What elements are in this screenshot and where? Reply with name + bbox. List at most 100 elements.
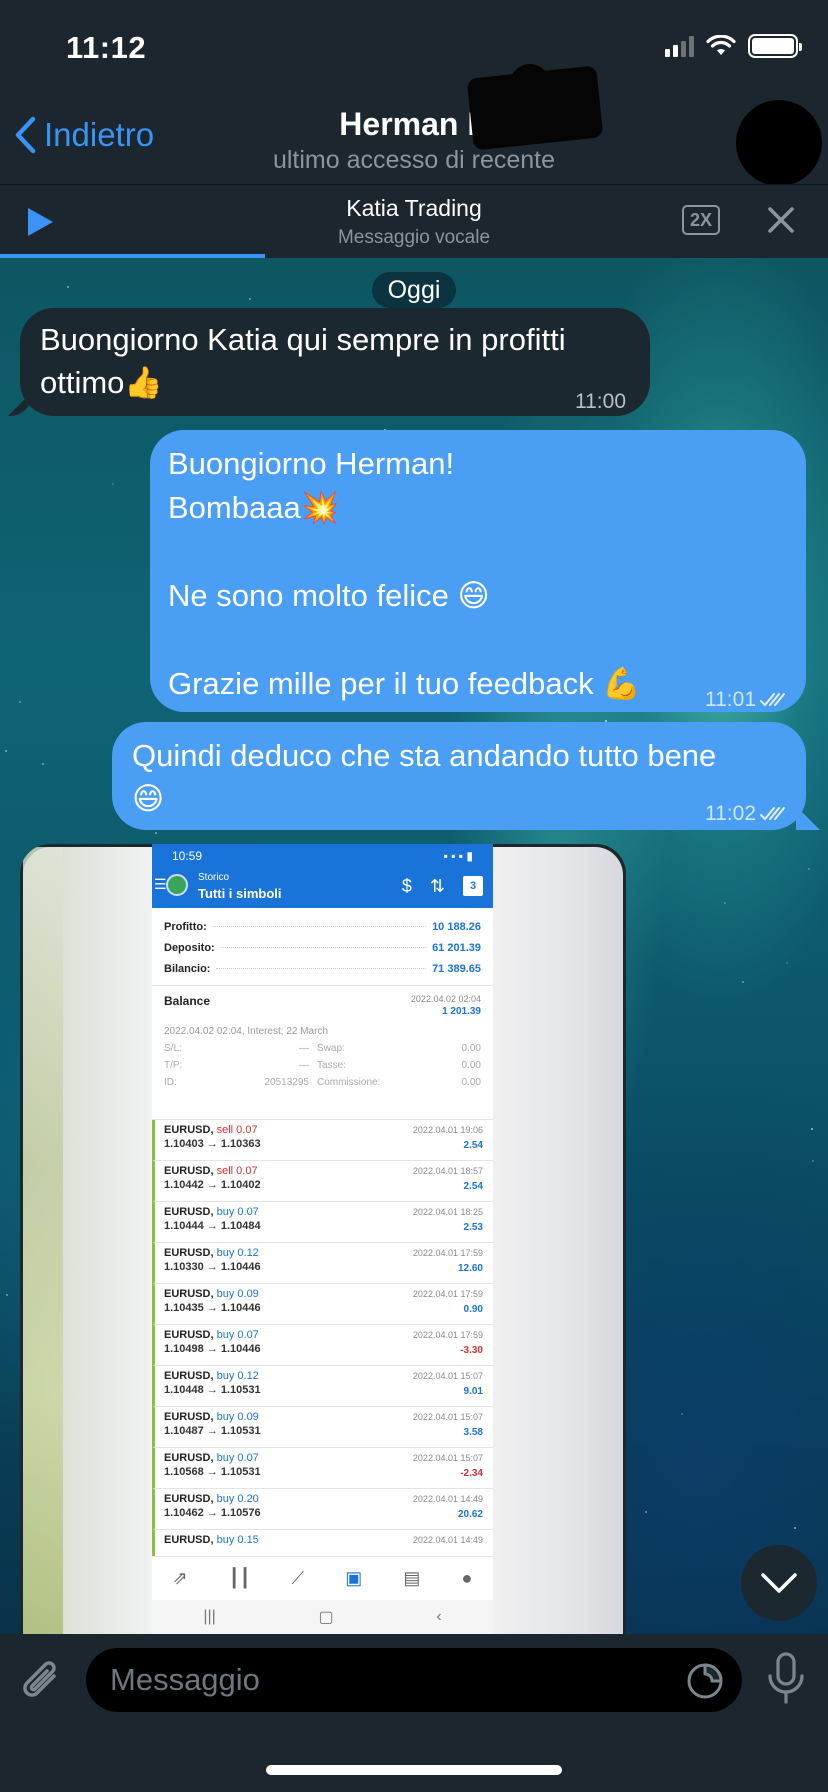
balance-date: 2022.04.02 02:04 — [410, 994, 481, 1004]
message-text: Grazie mille per il tuo feedback — [168, 666, 594, 701]
trade-lot: 0.07 — [236, 1165, 258, 1177]
trade-lot: 0.07 — [237, 1206, 259, 1218]
scroll-to-bottom-button[interactable] — [741, 1545, 817, 1621]
flexed-biceps-emoji: 💪 — [602, 666, 641, 702]
trade-date: 2022.04.01 15:07 — [412, 1453, 483, 1463]
screenshot-status-bar: 10:59 ▪ ▪ ▪ ▮ — [152, 844, 493, 868]
close-icon[interactable] — [766, 205, 796, 235]
trade-prices: 1.10462 → 1.10576 — [164, 1507, 261, 1519]
trade-side: sell — [216, 1165, 234, 1177]
balance-detail-cell: — — [299, 1060, 309, 1071]
home-indicator — [266, 1765, 562, 1775]
calendar-icon: 3 — [463, 876, 483, 896]
trade-symbol: EURUSD, — [164, 1124, 214, 1136]
dot-leader — [212, 926, 427, 927]
trade-row: EURUSD, buy 0.07 1.10498 → 1.10446 2022.04… — [152, 1325, 493, 1366]
trade-side: buy — [216, 1493, 235, 1505]
date-separator: Oggi — [372, 272, 456, 308]
microphone-icon[interactable] — [766, 1652, 806, 1706]
battery-icon — [748, 34, 802, 58]
playback-speed-button[interactable]: 2X — [682, 205, 720, 235]
trade-lot: 0.15 — [237, 1534, 259, 1546]
message-bubble-incoming[interactable]: Buongiorno Katia qui sempre in profitti … — [20, 308, 650, 416]
last-seen-status: ultimo accesso di recente — [272, 146, 556, 174]
star-decoration — [808, 868, 810, 870]
star-decoration — [786, 962, 788, 964]
sticker-icon[interactable] — [686, 1662, 724, 1700]
message-text: Ne sono molto felice — [168, 578, 449, 613]
trade-date: 2022.04.01 18:57 — [412, 1166, 483, 1176]
sort-icon: ⇅ — [429, 876, 445, 896]
trade-symbol: EURUSD, — [164, 1411, 214, 1423]
trade-side: buy — [216, 1206, 235, 1218]
trade-list: EURUSD, sell 0.07 1.10403 → 1.10363 2022.0… — [152, 1120, 493, 1571]
message-input[interactable] — [110, 1648, 670, 1712]
trade-date: 2022.04.01 19:06 — [412, 1125, 483, 1135]
trade-profit: 2.53 — [463, 1222, 483, 1233]
grinning-emoji: 😄 — [132, 781, 165, 817]
star-decoration — [724, 902, 726, 904]
trade-icon: ⟋ — [291, 1568, 305, 1588]
screenshot-system-nav: ||| ▢ ‹ — [152, 1600, 493, 1634]
message-bubble-outgoing[interactable]: Quindi deduco che sta andando tutto bene… — [112, 722, 806, 830]
trade-symbol: EURUSD, — [164, 1206, 214, 1218]
balance-detail-row: T/P: — Tasse: 0.00 — [164, 1060, 481, 1077]
message-bubble-outgoing[interactable]: Buongiorno Herman! Bombaaa💥 Ne sono molt… — [150, 430, 806, 712]
star-decoration — [5, 750, 7, 752]
wifi-icon — [706, 35, 736, 55]
star-decoration — [6, 1294, 8, 1296]
star-decoration — [42, 763, 44, 765]
message-time: 11:02 — [705, 802, 756, 825]
image-message[interactable]: 10:59 ▪ ▪ ▪ ▮ ☰ Storico Tutti i simboli … — [20, 844, 626, 1634]
star-decoration — [19, 701, 21, 703]
balance-detail-cell: 0.00 — [461, 1077, 481, 1088]
chat-icon: ● — [461, 1568, 473, 1588]
paperclip-icon[interactable] — [20, 1656, 64, 1706]
trade-row: EURUSD, sell 0.07 1.10403 → 1.10363 2022.0… — [152, 1120, 493, 1161]
message-text: Quindi deduco che sta andando tutto bene — [132, 738, 717, 773]
trade-side: sell — [216, 1124, 234, 1136]
balance-detail-row: S/L: — Swap: 0.00 — [164, 1043, 481, 1060]
message-field[interactable] — [86, 1648, 742, 1712]
dot-leader — [220, 947, 427, 948]
trade-date: 2022.04.01 15:07 — [412, 1371, 483, 1381]
trade-date: 2022.04.01 17:59 — [412, 1248, 483, 1258]
trade-row: EURUSD, buy 0.09 1.10487 → 1.10531 2022.04… — [152, 1407, 493, 1448]
cellular-signal-icon — [665, 35, 694, 57]
balance-detail-cell: S/L: — [164, 1043, 182, 1054]
trade-lot: 0.09 — [237, 1288, 259, 1300]
voice-player-bar: Katia Trading Messaggio vocale 2X — [0, 184, 828, 258]
trade-profit: 2.54 — [463, 1140, 483, 1151]
trade-date: 2022.04.01 17:59 — [412, 1289, 483, 1299]
summary-label: Profitto: — [164, 920, 207, 933]
summary-row: Bilancio: 71 389.65 — [164, 958, 481, 979]
trade-side: buy — [216, 1411, 235, 1423]
screenshot-toolbar: ☰ Storico Tutti i simboli $ ⇅ 3 — [152, 868, 493, 908]
trade-symbol: EURUSD, — [164, 1288, 214, 1300]
trade-profit: 0.90 — [463, 1304, 483, 1315]
trade-lot: 0.20 — [237, 1493, 259, 1505]
quotes-icon: ⇗ — [172, 1568, 188, 1588]
trade-prices: 1.10330 → 1.10446 — [164, 1261, 261, 1273]
screenshot-toolbar-icons: $ ⇅ 3 — [402, 876, 483, 897]
voice-progress-bar[interactable] — [0, 254, 265, 258]
trading-screenshot: 10:59 ▪ ▪ ▪ ▮ ☰ Storico Tutti i simboli … — [152, 844, 493, 1634]
trade-prices: 1.10568 → 1.10531 — [164, 1466, 261, 1478]
trade-row: EURUSD, buy 0.12 1.10448 → 1.10531 2022.04… — [152, 1366, 493, 1407]
trade-symbol: EURUSD, — [164, 1452, 214, 1464]
message-text: ottimo — [40, 365, 125, 400]
menu-icon: ☰ — [154, 876, 167, 892]
balance-entry: Balance 2022.04.02 02:04 1 201.39 2022.0… — [152, 986, 493, 1120]
avatar[interactable] — [736, 100, 822, 186]
trade-lot: 0.07 — [237, 1452, 259, 1464]
account-summary: Profitto: 10 188.26 Deposito: 61 201.39 Bila… — [152, 908, 493, 986]
screenshot-section: Storico — [198, 872, 230, 883]
balance-detail-cell: 20513295 — [264, 1077, 310, 1088]
star-decoration — [742, 981, 744, 983]
trade-symbol: EURUSD, — [164, 1165, 214, 1177]
trade-row: EURUSD, buy 0.09 1.10435 → 1.10446 2022.04… — [152, 1284, 493, 1325]
star-decoration — [811, 1128, 813, 1130]
star-decoration — [812, 1160, 814, 1162]
balance-detail-cell: ID: — [164, 1077, 177, 1088]
contact-name[interactable]: Herman P — [0, 106, 828, 143]
